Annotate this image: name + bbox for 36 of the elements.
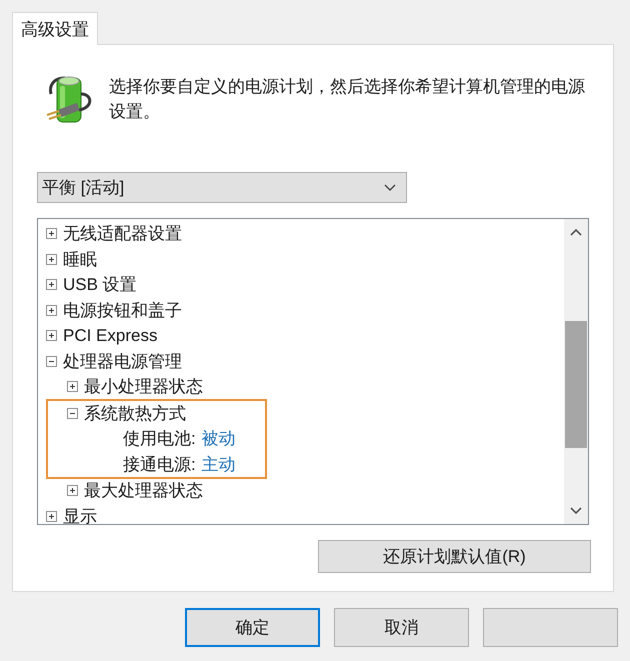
scroll-thumb[interactable] <box>565 321 587 448</box>
tree-item[interactable]: PCI Express <box>63 326 158 346</box>
expand-icon[interactable] <box>46 279 57 290</box>
chevron-down-icon <box>384 184 396 191</box>
setting-label: 接通电源: <box>123 454 196 476</box>
tab[interactable]: 高级设置 <box>12 12 98 45</box>
expand-icon[interactable] <box>46 254 57 265</box>
expand-icon[interactable] <box>46 228 57 240</box>
tree-item[interactable]: 系统散热方式 <box>84 402 186 425</box>
expand-icon[interactable] <box>67 381 78 392</box>
tree-item[interactable]: 电源按钮和盖子 <box>63 298 182 322</box>
scrollbar[interactable] <box>564 219 588 524</box>
expand-icon[interactable] <box>46 510 57 522</box>
plan-dropdown[interactable]: 平衡 [活动] <box>37 172 407 203</box>
expand-icon[interactable] <box>46 330 57 342</box>
restore-defaults-button[interactable]: 还原计划默认值(R) <box>318 540 591 573</box>
setting-label: 使用电池: <box>123 428 196 450</box>
setting-value-link[interactable]: 被动 <box>202 427 236 450</box>
tree-item[interactable]: 处理器电源管理 <box>63 350 182 373</box>
tree-item[interactable]: 显示 <box>63 504 97 524</box>
description-text: 选择你要自定义的电源计划，然后选择你希望计算机管理的电源设置。 <box>109 76 586 123</box>
expand-icon[interactable] <box>46 304 57 316</box>
scroll-down-icon[interactable] <box>570 507 582 515</box>
scroll-up-icon[interactable] <box>570 228 582 236</box>
setting-value-link[interactable]: 主动 <box>202 452 236 476</box>
expand-icon[interactable] <box>67 485 78 496</box>
tree-item[interactable]: 无线适配器设置 <box>63 222 182 246</box>
tree-item[interactable]: 睡眠 <box>63 248 97 271</box>
tree-item[interactable]: 最大处理器状态 <box>84 479 203 502</box>
collapse-icon[interactable] <box>46 356 57 367</box>
collapse-icon[interactable] <box>67 408 78 419</box>
tree-item[interactable]: USB 设置 <box>63 273 137 296</box>
tree-item[interactable]: 最小处理器状态 <box>84 375 203 398</box>
dialog-button[interactable]: 取消 <box>334 608 469 647</box>
dialog-button[interactable]: 确定 <box>185 608 320 647</box>
battery-plug-icon <box>46 76 92 122</box>
